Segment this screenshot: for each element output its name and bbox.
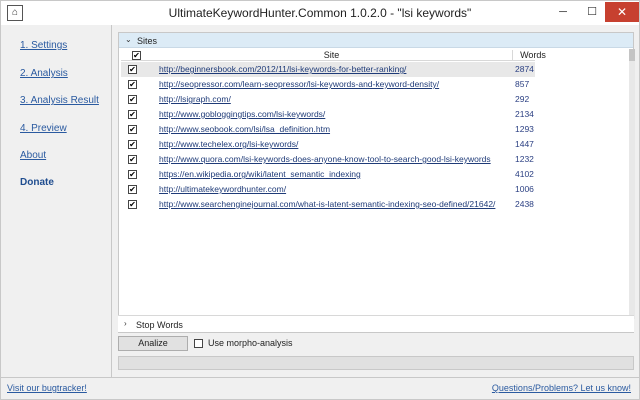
site-link[interactable]: http://www.techelex.org/lsi-keywords/ [159,139,298,149]
maximize-button[interactable]: ☐ [578,2,606,22]
nav-item-analysis-result[interactable]: 3. Analysis Result [20,95,99,106]
morpho-analysis-checkbox[interactable] [194,339,203,348]
table-row[interactable]: ✔ http://www.techelex.org/lsi-keywords/ … [121,137,535,152]
bugtracker-link[interactable]: Visit our bugtracker! [7,383,87,393]
footer-bar: Visit our bugtracker! Questions/Problems… [1,377,639,399]
title-bar: ⌂ UltimateKeywordHunter.Common 1.0.2.0 -… [1,1,639,25]
sites-grid: ✔ Site Words ✔ http://beginnersbook.com/… [121,49,546,319]
row-checkbox[interactable]: ✔ [128,200,137,209]
contact-link[interactable]: Questions/Problems? Let us know! [492,383,631,393]
row-checkbox[interactable]: ✔ [128,185,137,194]
site-link[interactable]: http://ultimatekeywordhunter.com/ [159,184,286,194]
main-panel: ⌄ Sites ✔ Site Words ✔ http://beginnersb… [111,25,639,377]
nav-item-donate[interactable]: Donate [20,177,54,188]
nav-item-about[interactable]: About [20,150,46,161]
grid-header: ✔ Site Words [121,49,546,61]
table-row[interactable]: ✔ http://www.seobook.com/lsi/lsa_definit… [121,122,535,137]
word-count: 1293 [515,124,534,134]
morpho-analysis-label: Use morpho-analysis [208,338,293,348]
select-all-checkbox[interactable]: ✔ [132,50,141,60]
table-row[interactable]: ✔ http://ultimatekeywordhunter.com/ 1006 [121,182,535,197]
analize-button[interactable]: Analize [118,336,188,351]
vertical-scrollbar[interactable] [629,49,635,319]
word-count: 857 [515,79,530,89]
window-title: UltimateKeywordHunter.Common 1.0.2.0 - "… [168,6,472,20]
sites-header-label: Sites [137,36,158,46]
nav-item-analysis[interactable]: 2. Analysis [20,68,68,79]
site-link[interactable]: https://en.wikipedia.org/wiki/latent_sem… [159,169,361,179]
chevron-down-icon: ⌄ [125,35,132,44]
word-count: 1447 [515,139,534,149]
row-checkbox[interactable]: ✔ [128,155,137,164]
site-link[interactable]: http://www.quora.com/lsi-keywords-does-a… [159,154,491,164]
word-count: 4102 [515,169,534,179]
table-row[interactable]: ✔ https://en.wikipedia.org/wiki/latent_s… [121,167,535,182]
stop-words-label: Stop Words [136,320,183,330]
word-count: 2874 [515,64,534,74]
site-link[interactable]: http://www.searchenginejournal.com/what-… [159,199,495,209]
column-header-site[interactable]: Site [151,50,513,61]
scrollbar-thumb[interactable] [629,49,635,61]
word-count: 292 [515,94,530,104]
table-row[interactable]: ✔ http://www.gobloggingtips.com/lsi-keyw… [121,107,535,122]
table-row[interactable]: ✔ http://lsigraph.com/ 292 [121,92,535,107]
table-row[interactable]: ✔ http://beginnersbook.com/2012/11/lsi-k… [121,62,535,77]
site-link[interactable]: http://www.seobook.com/lsi/lsa_definitio… [159,124,330,134]
row-checkbox[interactable]: ✔ [128,80,137,89]
nav-item-settings[interactable]: 1. Settings [20,40,67,51]
close-button[interactable]: ✕ [605,2,639,22]
row-checkbox[interactable]: ✔ [128,110,137,119]
nav-item-preview[interactable]: 4. Preview [20,123,67,134]
sidebar-nav: 1. Settings 2. Analysis 3. Analysis Resu… [1,25,111,377]
column-header-words[interactable]: Words [513,50,553,60]
progress-bar [118,356,634,370]
table-row[interactable]: ✔ http://www.searchenginejournal.com/wha… [121,197,535,212]
site-link[interactable]: http://beginnersbook.com/2012/11/lsi-key… [159,64,406,74]
row-checkbox[interactable]: ✔ [128,140,137,149]
site-link[interactable]: http://seopressor.com/learn-seopressor/l… [159,79,439,89]
row-checkbox[interactable]: ✔ [128,125,137,134]
row-checkbox[interactable]: ✔ [128,95,137,104]
site-link[interactable]: http://www.gobloggingtips.com/lsi-keywor… [159,109,325,119]
row-checkbox[interactable]: ✔ [128,170,137,179]
row-checkbox[interactable]: ✔ [128,65,137,74]
word-count: 2438 [515,199,534,209]
chevron-right-icon: › [124,319,127,328]
table-row[interactable]: ✔ http://www.quora.com/lsi-keywords-does… [121,152,535,167]
site-link[interactable]: http://lsigraph.com/ [159,94,231,104]
sites-panel: ⌄ Sites ✔ Site Words ✔ http://beginnersb… [118,32,635,333]
word-count: 1232 [515,154,534,164]
minimize-button[interactable]: ─ [549,2,577,22]
word-count: 1006 [515,184,534,194]
stop-words-expander[interactable]: › Stop Words [118,315,634,332]
app-window: ⌂ UltimateKeywordHunter.Common 1.0.2.0 -… [0,0,640,400]
sites-expander-header[interactable]: ⌄ Sites [119,33,633,48]
table-row[interactable]: ✔ http://seopressor.com/learn-seopressor… [121,77,535,92]
word-count: 2134 [515,109,534,119]
